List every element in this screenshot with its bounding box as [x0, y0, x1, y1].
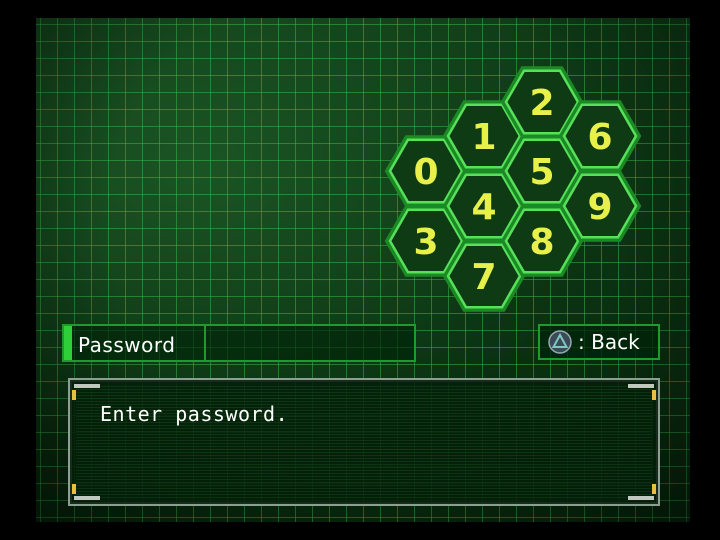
triangle-button-icon: [548, 330, 572, 354]
message-box: Enter password.: [68, 378, 660, 506]
key-label-9: 9: [587, 187, 612, 228]
key-label-0: 0: [413, 152, 438, 193]
message-text: Enter password.: [100, 402, 289, 426]
password-label: Password: [78, 333, 176, 357]
key-label-2: 2: [529, 83, 554, 124]
key-label-1: 1: [471, 117, 496, 158]
back-label: : Back: [578, 330, 640, 354]
key-9[interactable]: 9: [558, 170, 642, 242]
key-label-5: 5: [529, 152, 554, 193]
password-field[interactable]: Password: [62, 324, 416, 362]
key-label-4: 4: [471, 187, 496, 228]
number-keypad: 012 3456 789: [384, 66, 642, 312]
key-label-3: 3: [413, 222, 438, 263]
password-field-accent: [64, 326, 72, 360]
back-button[interactable]: : Back: [538, 324, 660, 360]
game-screen: 012 3456 789 Password : Back Enter passwor…: [36, 18, 690, 522]
key-label-7: 7: [471, 257, 496, 298]
key-label-6: 6: [587, 117, 612, 158]
key-6[interactable]: 6: [558, 100, 642, 172]
key-label-8: 8: [529, 222, 554, 263]
